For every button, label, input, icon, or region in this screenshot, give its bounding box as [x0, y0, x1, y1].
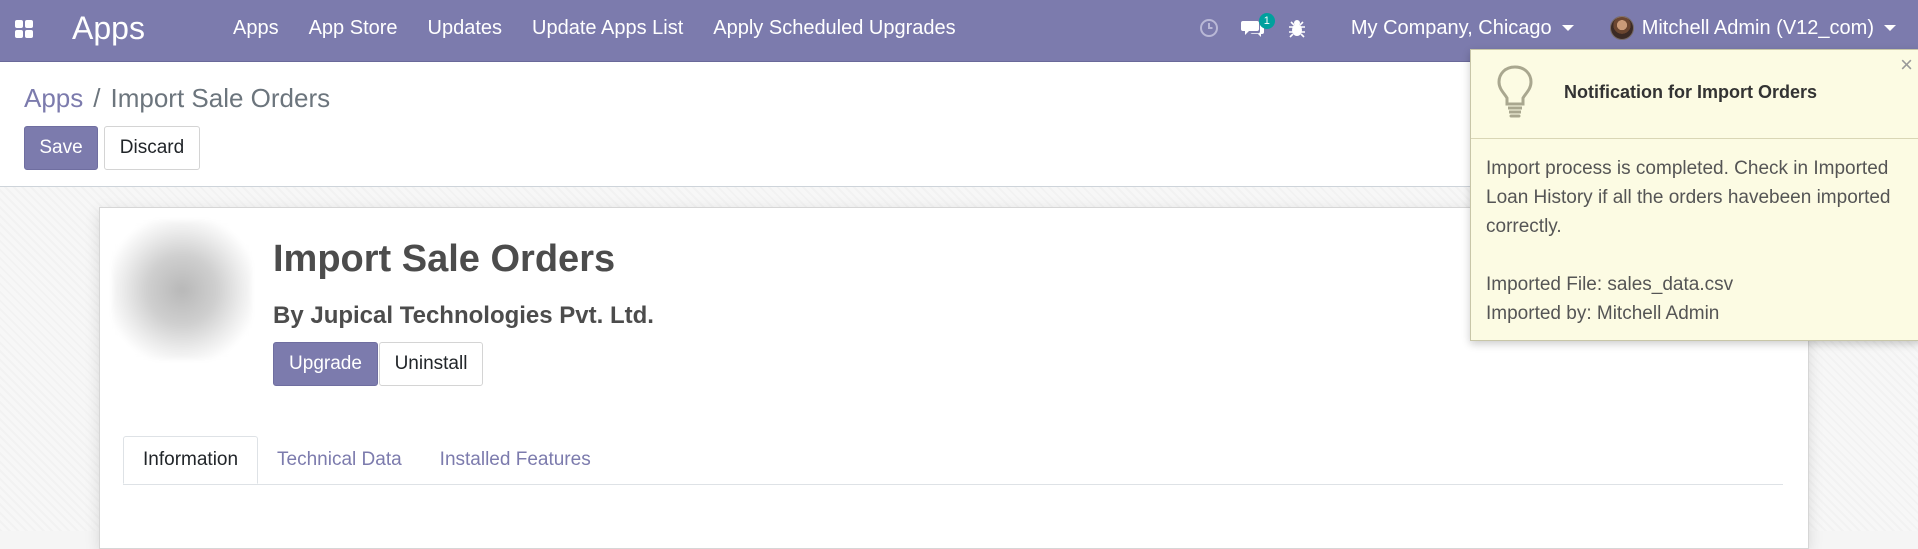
chevron-down-icon — [1884, 25, 1896, 31]
save-button[interactable]: Save — [24, 126, 98, 170]
messages-count-badge: 1 — [1258, 13, 1275, 29]
menu-item-apply-scheduled-upgrades[interactable]: Apply Scheduled Upgrades — [698, 0, 970, 56]
company-switcher[interactable]: My Company, Chicago — [1351, 17, 1574, 40]
app-brand: Apps — [72, 10, 145, 46]
lightbulb-icon — [1497, 65, 1533, 118]
chevron-down-icon — [1561, 25, 1574, 31]
activity-clock-button[interactable] — [1193, 0, 1225, 56]
uninstall-button[interactable]: Uninstall — [379, 342, 483, 386]
user-name: Mitchell Admin (V12_com) — [1641, 16, 1874, 39]
discard-button[interactable]: Discard — [104, 126, 200, 170]
tab-information[interactable]: Information — [123, 436, 259, 484]
menu-item-update-apps-list[interactable]: Update Apps List — [517, 0, 698, 56]
bug-icon — [1288, 20, 1305, 38]
debug-button[interactable] — [1281, 0, 1313, 56]
notification-message: Import process is completed. Check in Im… — [1486, 158, 1891, 237]
systray: 1 My Company, Chicago Mitchell Admin (V1… — [1193, 0, 1918, 56]
breadcrumb-separator: / — [93, 83, 101, 113]
module-tabs: Information Technical Data Installed Fea… — [123, 436, 1783, 485]
notification-title: Notification for Import Orders — [1564, 82, 1818, 102]
notification-header: Notification for Import Orders × — [1471, 50, 1918, 139]
notification-imported-file: Imported File: sales_data.csv — [1486, 274, 1734, 295]
messaging-button[interactable]: 1 — [1237, 0, 1275, 56]
avatar — [1609, 16, 1634, 40]
clock-icon — [1199, 19, 1218, 37]
module-image — [112, 220, 252, 360]
menu-item-app-store[interactable]: App Store — [294, 0, 413, 56]
notification-imported-by: Imported by: Mitchell Admin — [1486, 303, 1720, 324]
breadcrumb-root-link[interactable]: Apps — [24, 83, 83, 113]
apps-grid-icon[interactable] — [15, 20, 33, 38]
company-name: My Company, Chicago — [1350, 16, 1552, 39]
user-menu[interactable]: Mitchell Admin (V12_com) — [1609, 16, 1896, 40]
close-icon[interactable]: × — [1900, 54, 1913, 76]
breadcrumb-current: Import Sale Orders — [110, 83, 331, 113]
notification-popup: Notification for Import Orders × Import … — [1470, 49, 1918, 341]
tab-installed-features[interactable]: Installed Features — [421, 436, 610, 484]
tab-technical-data[interactable]: Technical Data — [258, 436, 421, 484]
module-author: By Jupical Technologies Pvt. Ltd. — [273, 302, 654, 329]
notification-body: Import process is completed. Check in Im… — [1486, 154, 1906, 328]
breadcrumb: Apps / Import Sale Orders — [24, 82, 330, 114]
menu-item-updates[interactable]: Updates — [413, 0, 518, 56]
upgrade-button[interactable]: Upgrade — [273, 342, 378, 386]
top-menu: Apps App Store Updates Update Apps List … — [218, 0, 971, 56]
module-title: Import Sale Orders — [273, 238, 616, 280]
menu-item-apps[interactable]: Apps — [218, 0, 294, 56]
